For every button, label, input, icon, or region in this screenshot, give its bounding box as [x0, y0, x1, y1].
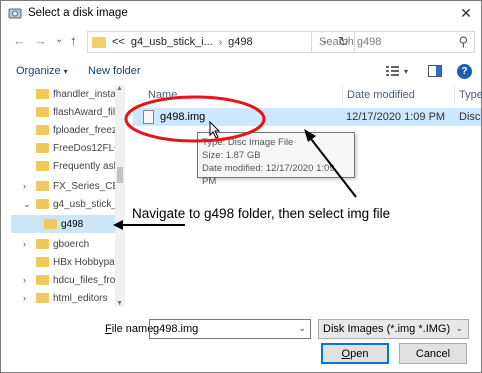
chevron-right-icon[interactable]: › [23, 239, 26, 249]
folder-icon [36, 275, 49, 285]
column-divider[interactable] [342, 85, 343, 105]
file-row-g498-img[interactable]: g498.img 12/17/2020 1:09 PM Disc Ima [133, 108, 482, 126]
disk-image-file-icon [143, 110, 154, 124]
preview-pane-icon[interactable] [428, 65, 442, 77]
chevron-down-icon[interactable]: ⌄ [23, 199, 31, 210]
tree-item-label: g4_usb_stick_i [53, 198, 120, 210]
tree-item-label: fploader_freez [53, 124, 117, 136]
up-folder-icon[interactable]: ↑ [70, 33, 77, 48]
title-bar: Select a disk image ✕ [1, 1, 481, 25]
tree-item-freedos[interactable]: FreeDos12FLOI [11, 139, 125, 157]
chevron-right-icon[interactable]: › [23, 275, 26, 285]
file-type: Disc Ima [459, 111, 482, 123]
breadcrumb-overflow[interactable]: << [112, 36, 125, 48]
breadcrumb-item-g4-usb-stick[interactable]: g4_usb_stick_i... [131, 36, 213, 48]
forward-arrow-icon[interactable]: → [34, 33, 47, 48]
view-options-caret-icon[interactable]: ▾ [404, 67, 408, 76]
chevron-right-icon[interactable]: › [23, 293, 26, 303]
folder-icon [36, 293, 49, 303]
breadcrumb-item-g498[interactable]: g498 [228, 36, 252, 48]
folder-icon [36, 125, 49, 135]
folder-icon [36, 239, 49, 249]
tree-item-flashaward[interactable]: flashAward_file [11, 103, 125, 121]
tree-item-fploader[interactable]: fploader_freez [11, 121, 125, 139]
filename-input[interactable]: g498.img ⌄ [149, 319, 311, 339]
folder-icon [36, 199, 49, 209]
navigation-row: ← → ⌄ ↑ << g4_usb_stick_i... › g498 ⌄ ↻ … [1, 29, 481, 55]
folder-icon [36, 89, 49, 99]
tree-item-html-editors[interactable]: › html_editors [11, 289, 125, 307]
annotation-instruction: Navigate to g498 folder, then select img… [132, 206, 391, 221]
filename-value: g498.img [153, 323, 199, 335]
change-view-icon[interactable] [386, 65, 400, 77]
tree-item-label: html_editors [53, 292, 108, 304]
tree-item-hbx-hobbypa[interactable]: HBx Hobbypa [11, 253, 125, 271]
file-dialog-window: Select a disk image ✕ ← → ⌄ ↑ << g4_usb_… [0, 0, 482, 373]
open-button[interactable]: Open [321, 343, 389, 364]
tree-item-g498[interactable]: g498 [11, 215, 125, 233]
folder-icon [36, 107, 49, 117]
open-label-mnemonic: O [341, 347, 351, 360]
open-label-rest: pen [350, 347, 369, 360]
help-icon[interactable]: ? [457, 64, 472, 79]
search-placeholder: Search g498 [319, 36, 382, 48]
column-divider[interactable] [454, 85, 455, 105]
scrollbar-thumb[interactable] [117, 167, 123, 183]
tree-item-label: gboerch [53, 238, 90, 250]
filename-label-mnemonic: F [105, 323, 112, 335]
caret-down-icon: ▾ [63, 67, 68, 76]
navigation-scrollbar[interactable]: ▲ ▼ [115, 85, 125, 307]
tree-item-fhandler[interactable]: fhandler_instal [11, 85, 125, 103]
file-name: g498.img [160, 111, 206, 123]
column-header-name[interactable]: Name [148, 85, 177, 105]
window-title: Select a disk image [28, 7, 128, 19]
tree-item-label: flashAward_file [53, 106, 121, 118]
tree-item-g4-usb-stick[interactable]: ⌄ g4_usb_stick_i [11, 195, 125, 213]
organize-label: Organize [16, 65, 61, 77]
chevron-down-icon[interactable]: ⌄ [298, 323, 306, 334]
chevron-down-icon[interactable]: ⌄ [455, 323, 463, 334]
file-type-value: Disk Images (*.img *.IMG) [323, 323, 451, 335]
new-folder-button[interactable]: New folder [88, 65, 141, 77]
tooltip-size: Size: 1.87 GB [202, 150, 261, 161]
close-icon[interactable]: ✕ [451, 1, 481, 25]
tooltip-date-modified: Date modified: 12/17/2020 1:09 PM [202, 163, 335, 187]
toolbar: Organize ▾ New folder ▾ ? [1, 61, 481, 83]
tree-item-label: hdcu_files_fron [53, 274, 121, 286]
organize-button[interactable]: Organize ▾ [16, 65, 68, 77]
folder-icon [44, 219, 57, 229]
tree-item-label: Frequently ask [53, 160, 119, 172]
column-header-type[interactable]: Type [459, 85, 482, 105]
folder-icon [36, 143, 49, 153]
tree-item-label: g498 [61, 218, 84, 230]
file-type-select[interactable]: Disk Images (*.img *.IMG) ⌄ [318, 319, 469, 339]
tree-item-hdcu-files[interactable]: › hdcu_files_fron [11, 271, 125, 289]
navigation-pane: fhandler_instal flashAward_file fploader… [11, 85, 125, 307]
file-date-modified: 12/17/2020 1:09 PM [346, 111, 446, 123]
recent-locations-icon[interactable]: ⌄ [55, 34, 63, 45]
tree-item-label: HBx Hobbypa [53, 256, 115, 268]
tree-item-fx-series[interactable]: › FX_Series_CBT [11, 177, 125, 195]
folder-icon [36, 161, 49, 171]
scroll-up-icon[interactable]: ▲ [116, 85, 123, 92]
tree-item-label: FreeDos12FLOI [53, 142, 125, 154]
chevron-right-icon[interactable]: › [219, 37, 222, 48]
search-icon[interactable]: ⚲ [458, 34, 468, 50]
folder-icon [36, 181, 49, 191]
chevron-right-icon[interactable]: › [23, 181, 26, 191]
tree-item-label: fhandler_instal [53, 88, 119, 100]
disk-app-icon [8, 8, 22, 19]
folder-icon [36, 257, 49, 267]
cancel-button[interactable]: Cancel [399, 343, 467, 364]
search-input[interactable]: Search g498 ⚲ [311, 31, 475, 53]
scroll-down-icon[interactable]: ▼ [116, 300, 123, 307]
tooltip-type: Type: Disc Image File [202, 137, 294, 148]
back-arrow-icon[interactable]: ← [13, 33, 26, 48]
file-tooltip: Type: Disc Image File Size: 1.87 GB Date… [197, 132, 355, 187]
column-header-date-modified[interactable]: Date modified [347, 85, 415, 105]
tree-item-frequently-asked[interactable]: Frequently ask [11, 157, 125, 175]
folder-icon [92, 36, 106, 48]
tree-item-gboerch[interactable]: › gboerch [11, 235, 125, 253]
